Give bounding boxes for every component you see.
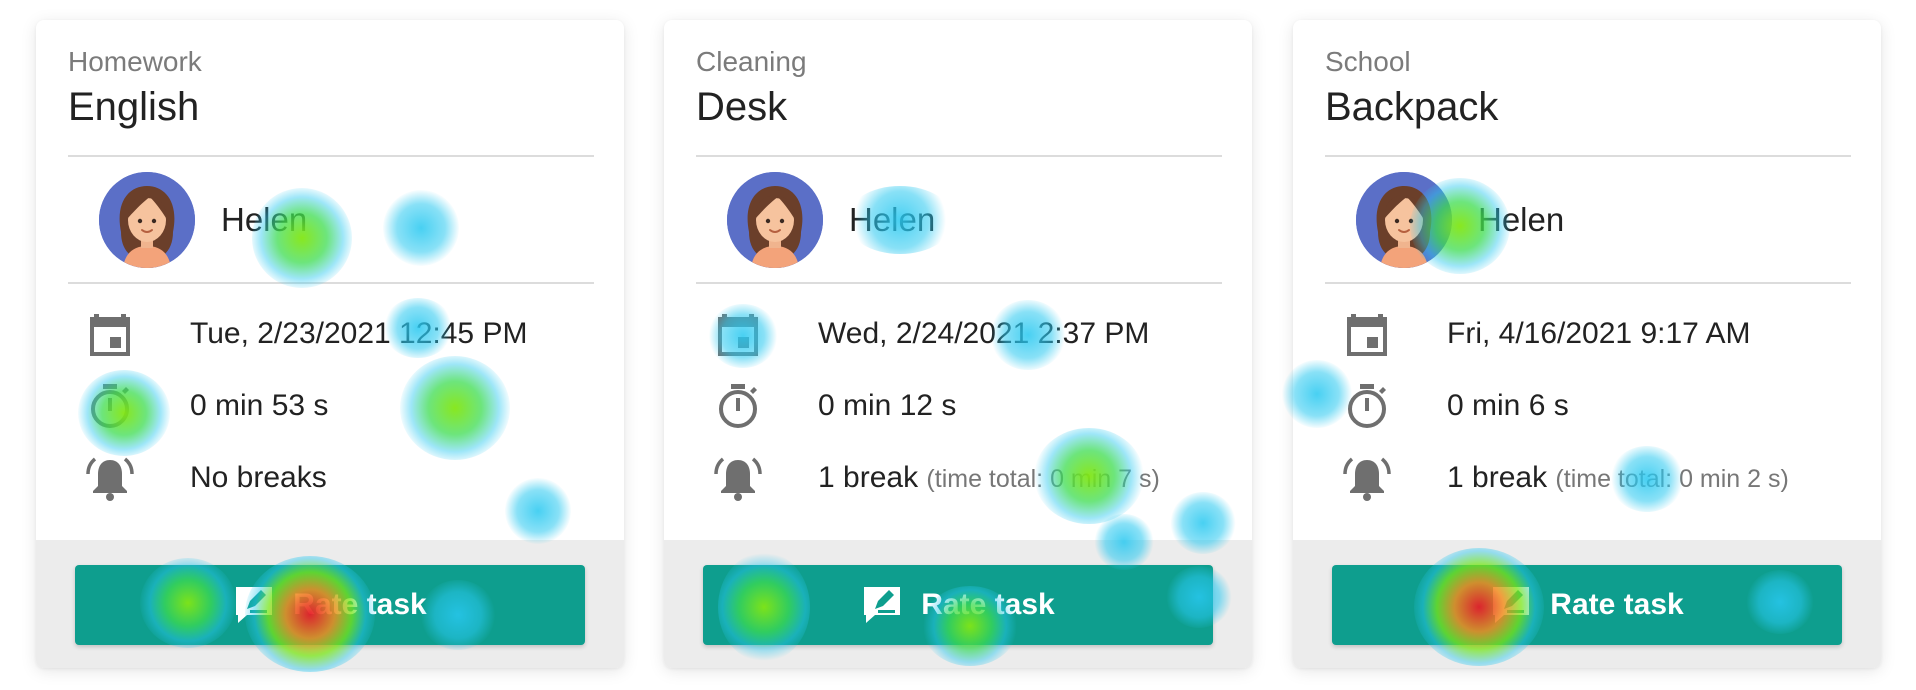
breaks-row: 1 break (time total: 0 min 2 s) [1343, 450, 1863, 506]
task-title: English [68, 85, 200, 129]
avatar [1356, 172, 1452, 268]
avatar-girl-icon [99, 172, 195, 268]
button-content: Rate task [75, 565, 585, 645]
calendar-icon [1347, 314, 1387, 356]
task-cards: Homework English Helen Tue, 2/23/2021 12… [0, 0, 1916, 690]
breaks-count: No breaks [190, 461, 327, 494]
rate-edit-icon [864, 587, 901, 623]
calendar-icon [718, 314, 758, 356]
stopwatch-icon [719, 384, 757, 428]
rate-task-button[interactable]: Rate task [75, 565, 585, 645]
breaks-row: No breaks [86, 450, 606, 506]
task-date: Tue, 2/23/2021 12:45 PM [190, 317, 528, 350]
person-name: Helen [849, 201, 936, 238]
bell-alarm-icon [1343, 457, 1391, 501]
divider [68, 282, 594, 284]
avatar-girl-icon [1356, 172, 1452, 268]
card-footer: Rate task [1293, 540, 1881, 668]
task-title: Desk [696, 85, 788, 129]
breaks-row: 1 break (time total: 0 min 7 s) [714, 450, 1234, 506]
avatar [727, 172, 823, 268]
rate-task-label: Rate task [293, 588, 427, 621]
date-row: Tue, 2/23/2021 12:45 PM [86, 306, 606, 362]
avatar-girl-icon [727, 172, 823, 268]
person-name: Helen [221, 201, 308, 238]
task-title: Backpack [1325, 85, 1499, 129]
breaks-count: 1 break [1447, 461, 1548, 494]
task-date: Wed, 2/24/2021 2:37 PM [818, 317, 1150, 350]
avatar [99, 172, 195, 268]
rate-task-label: Rate task [1550, 588, 1684, 621]
task-category: Cleaning [696, 46, 807, 77]
stopwatch-icon [1348, 384, 1386, 428]
task-breaks: 1 break (time total: 0 min 7 s) [818, 458, 1160, 499]
calendar-icon [90, 314, 130, 356]
divider [68, 155, 594, 157]
button-content: Rate task [703, 565, 1213, 645]
rate-task-button[interactable]: Rate task [1332, 565, 1842, 645]
divider [1325, 155, 1851, 157]
card-footer: Rate task [664, 540, 1252, 668]
card-footer: Rate task [36, 540, 624, 668]
task-card: Cleaning Desk Helen Wed, 2/24/2021 2:37 … [664, 20, 1252, 668]
break-detail: (time total: 0 min 2 s) [1555, 465, 1789, 493]
date-row: Wed, 2/24/2021 2:37 PM [714, 306, 1234, 362]
break-detail: (time total: 0 min 7 s) [926, 465, 1160, 493]
task-date: Fri, 4/16/2021 9:17 AM [1447, 317, 1751, 350]
task-breaks: No breaks [190, 458, 327, 499]
task-duration: 0 min 12 s [818, 389, 957, 422]
date-row: Fri, 4/16/2021 9:17 AM [1343, 306, 1863, 362]
task-card: School Backpack Helen Fri, 4/16/2021 9:1… [1293, 20, 1881, 668]
rate-task-button[interactable]: Rate task [703, 565, 1213, 645]
rate-edit-icon [236, 587, 273, 623]
task-category: Homework [68, 46, 202, 77]
stopwatch-icon [91, 384, 129, 428]
divider [696, 282, 1222, 284]
duration-row: 0 min 12 s [714, 378, 1234, 434]
card-body: Homework English Helen Tue, 2/23/2021 12… [36, 20, 624, 540]
rate-edit-icon [1493, 587, 1530, 623]
button-content: Rate task [1332, 565, 1842, 645]
task-category: School [1325, 46, 1411, 77]
divider [696, 155, 1222, 157]
card-body: Cleaning Desk Helen Wed, 2/24/2021 2:37 … [664, 20, 1252, 540]
task-card: Homework English Helen Tue, 2/23/2021 12… [36, 20, 624, 668]
rate-task-label: Rate task [921, 588, 1055, 621]
task-duration: 0 min 6 s [1447, 389, 1569, 422]
person-name: Helen [1478, 201, 1565, 238]
card-body: School Backpack Helen Fri, 4/16/2021 9:1… [1293, 20, 1881, 540]
task-breaks: 1 break (time total: 0 min 2 s) [1447, 458, 1789, 499]
task-duration: 0 min 53 s [190, 389, 329, 422]
duration-row: 0 min 6 s [1343, 378, 1863, 434]
bell-alarm-icon [714, 457, 762, 501]
breaks-count: 1 break [818, 461, 919, 494]
bell-alarm-icon [86, 457, 134, 501]
duration-row: 0 min 53 s [86, 378, 606, 434]
divider [1325, 282, 1851, 284]
